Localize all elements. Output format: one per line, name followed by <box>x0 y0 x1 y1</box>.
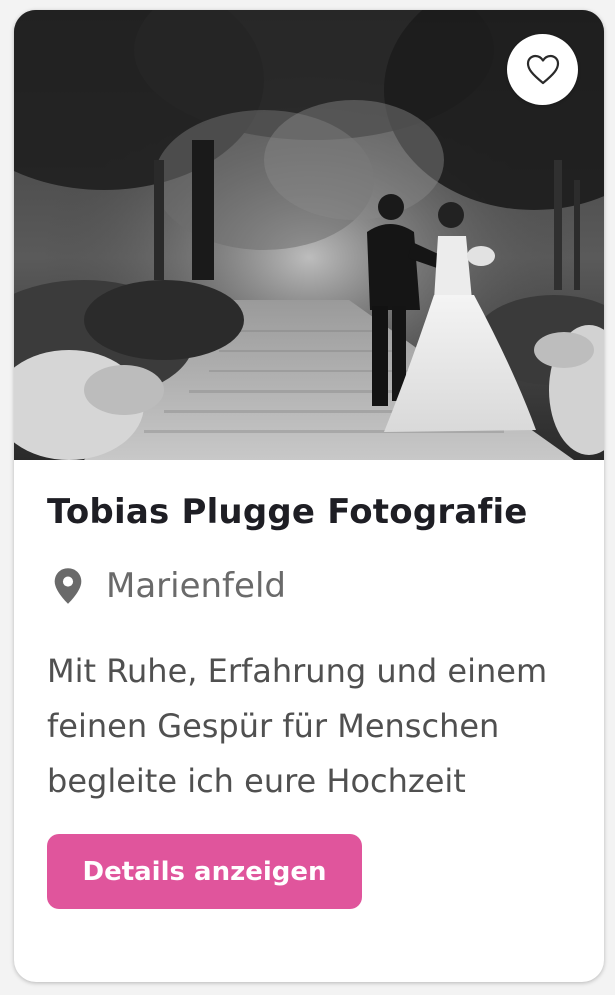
details-button[interactable]: Details anzeigen <box>47 834 362 909</box>
listing-title: Tobias Plugge Fotografie <box>47 492 528 532</box>
favorite-button[interactable] <box>507 34 578 105</box>
location-label: Marienfeld <box>106 566 286 606</box>
listing-card: Tobias Plugge Fotografie Marienfeld Mit … <box>14 10 604 982</box>
heart-outline-icon <box>526 54 559 84</box>
listing-description: Mit Ruhe, Erfahrung und einem feinen Ges… <box>47 652 548 800</box>
map-pin-icon <box>54 568 82 604</box>
location-row: Marienfeld <box>52 566 286 606</box>
